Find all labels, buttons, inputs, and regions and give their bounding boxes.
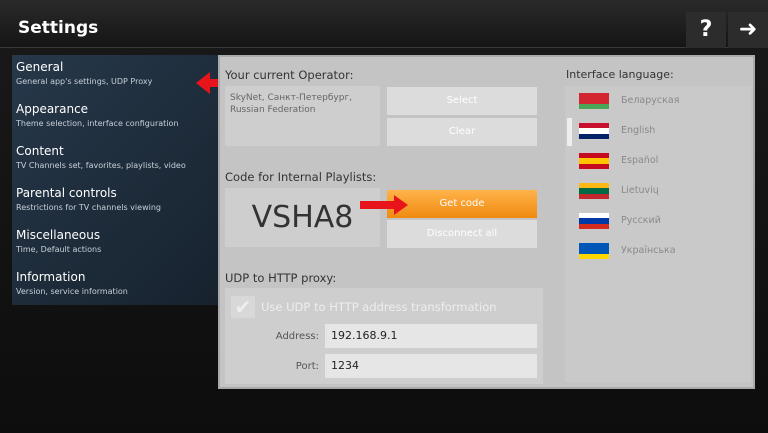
help-icon[interactable]: ? [686, 12, 726, 48]
sidebar-item-title: Parental controls [16, 186, 117, 200]
sidebar-item-title: Information [16, 270, 86, 284]
port-label: Port: [295, 361, 319, 372]
language-name: Lietuvių [621, 185, 659, 196]
flag-icon [579, 243, 609, 259]
sidebar-item-subtitle: Version, service information [16, 287, 128, 296]
sidebar-item-general[interactable]: General General app's settings, UDP Proxy [16, 60, 216, 86]
sidebar-item-information[interactable]: Information Version, service information [16, 270, 216, 296]
arrow-right-icon[interactable]: ➜ [728, 12, 768, 48]
language-option[interactable]: Lietuvių [579, 181, 749, 201]
sidebar-item-appearance[interactable]: Appearance Theme selection, interface con… [16, 102, 216, 128]
operator-label: Your current Operator: [225, 68, 354, 82]
general-settings-panel: Your current Operator: SkyNet, Санкт-Пет… [218, 55, 755, 389]
sidebar-item-title: General [16, 60, 64, 74]
sidebar-item-parental-controls[interactable]: Parental controls Restrictions for TV cha… [16, 186, 216, 212]
language-option[interactable]: Русский [579, 211, 749, 231]
proxy-checkbox[interactable]: ✔ [231, 296, 255, 318]
playlist-code: VSHA8 [225, 188, 380, 247]
get-code-button[interactable]: Get code [387, 190, 537, 218]
flag-icon [579, 183, 609, 199]
flag-icon [579, 123, 609, 139]
sidebar: General General app's settings, UDP Proxy… [12, 55, 218, 305]
sidebar-item-subtitle: Time, Default actions [16, 245, 102, 254]
annotation-arrow-icon [360, 195, 408, 215]
selection-indicator [567, 118, 572, 146]
language-name: Беларуская [621, 95, 680, 106]
clear-operator-button[interactable]: Clear [387, 118, 537, 146]
proxy-checkbox-label: Use UDP to HTTP address transformation [261, 300, 497, 314]
address-input[interactable]: 192.168.9.1 [325, 324, 537, 348]
sidebar-item-subtitle: TV Channels set, favorites, playlists, v… [16, 161, 186, 170]
language-name: Русский [621, 215, 661, 226]
sidebar-item-content[interactable]: Content TV Channels set, favorites, playl… [16, 144, 216, 170]
address-label: Address: [275, 331, 319, 342]
flag-icon [579, 153, 609, 169]
language-option[interactable]: Español [579, 151, 749, 171]
sidebar-item-subtitle: Theme selection, interface configuration [16, 119, 179, 128]
language-name: Українська [621, 245, 676, 256]
language-list: Беларуская English Español Lietuvių Русский У… [565, 86, 751, 382]
disconnect-all-button[interactable]: Disconnect all [387, 220, 537, 248]
port-input[interactable]: 1234 [325, 354, 537, 378]
operator-value: SkyNet, Санкт-Петербург, Russian Federat… [225, 86, 380, 146]
language-name: English [621, 125, 656, 136]
language-option[interactable]: English [579, 121, 749, 141]
page-title: Settings [18, 18, 99, 38]
select-operator-button[interactable]: Select [387, 87, 537, 115]
sidebar-item-subtitle: Restrictions for TV channels viewing [16, 203, 161, 212]
sidebar-item-title: Content [16, 144, 64, 158]
flag-icon [579, 213, 609, 229]
playlist-code-label: Code for Internal Playlists: [225, 170, 377, 184]
sidebar-item-miscellaneous[interactable]: Miscellaneous Time, Default actions [16, 228, 216, 254]
language-name: Español [621, 155, 659, 166]
sidebar-item-subtitle: General app's settings, UDP Proxy [16, 77, 153, 86]
proxy-box: ✔ Use UDP to HTTP address transformation… [225, 288, 543, 384]
language-label: Interface language: [566, 68, 674, 81]
sidebar-item-title: Miscellaneous [16, 228, 101, 242]
proxy-label: UDP to HTTP proxy: [225, 271, 337, 285]
language-option[interactable]: Українська [579, 241, 749, 261]
flag-icon [579, 93, 609, 109]
language-option[interactable]: Беларуская [579, 91, 749, 111]
top-bar: Settings ? ➜ [0, 0, 768, 48]
sidebar-item-title: Appearance [16, 102, 89, 116]
